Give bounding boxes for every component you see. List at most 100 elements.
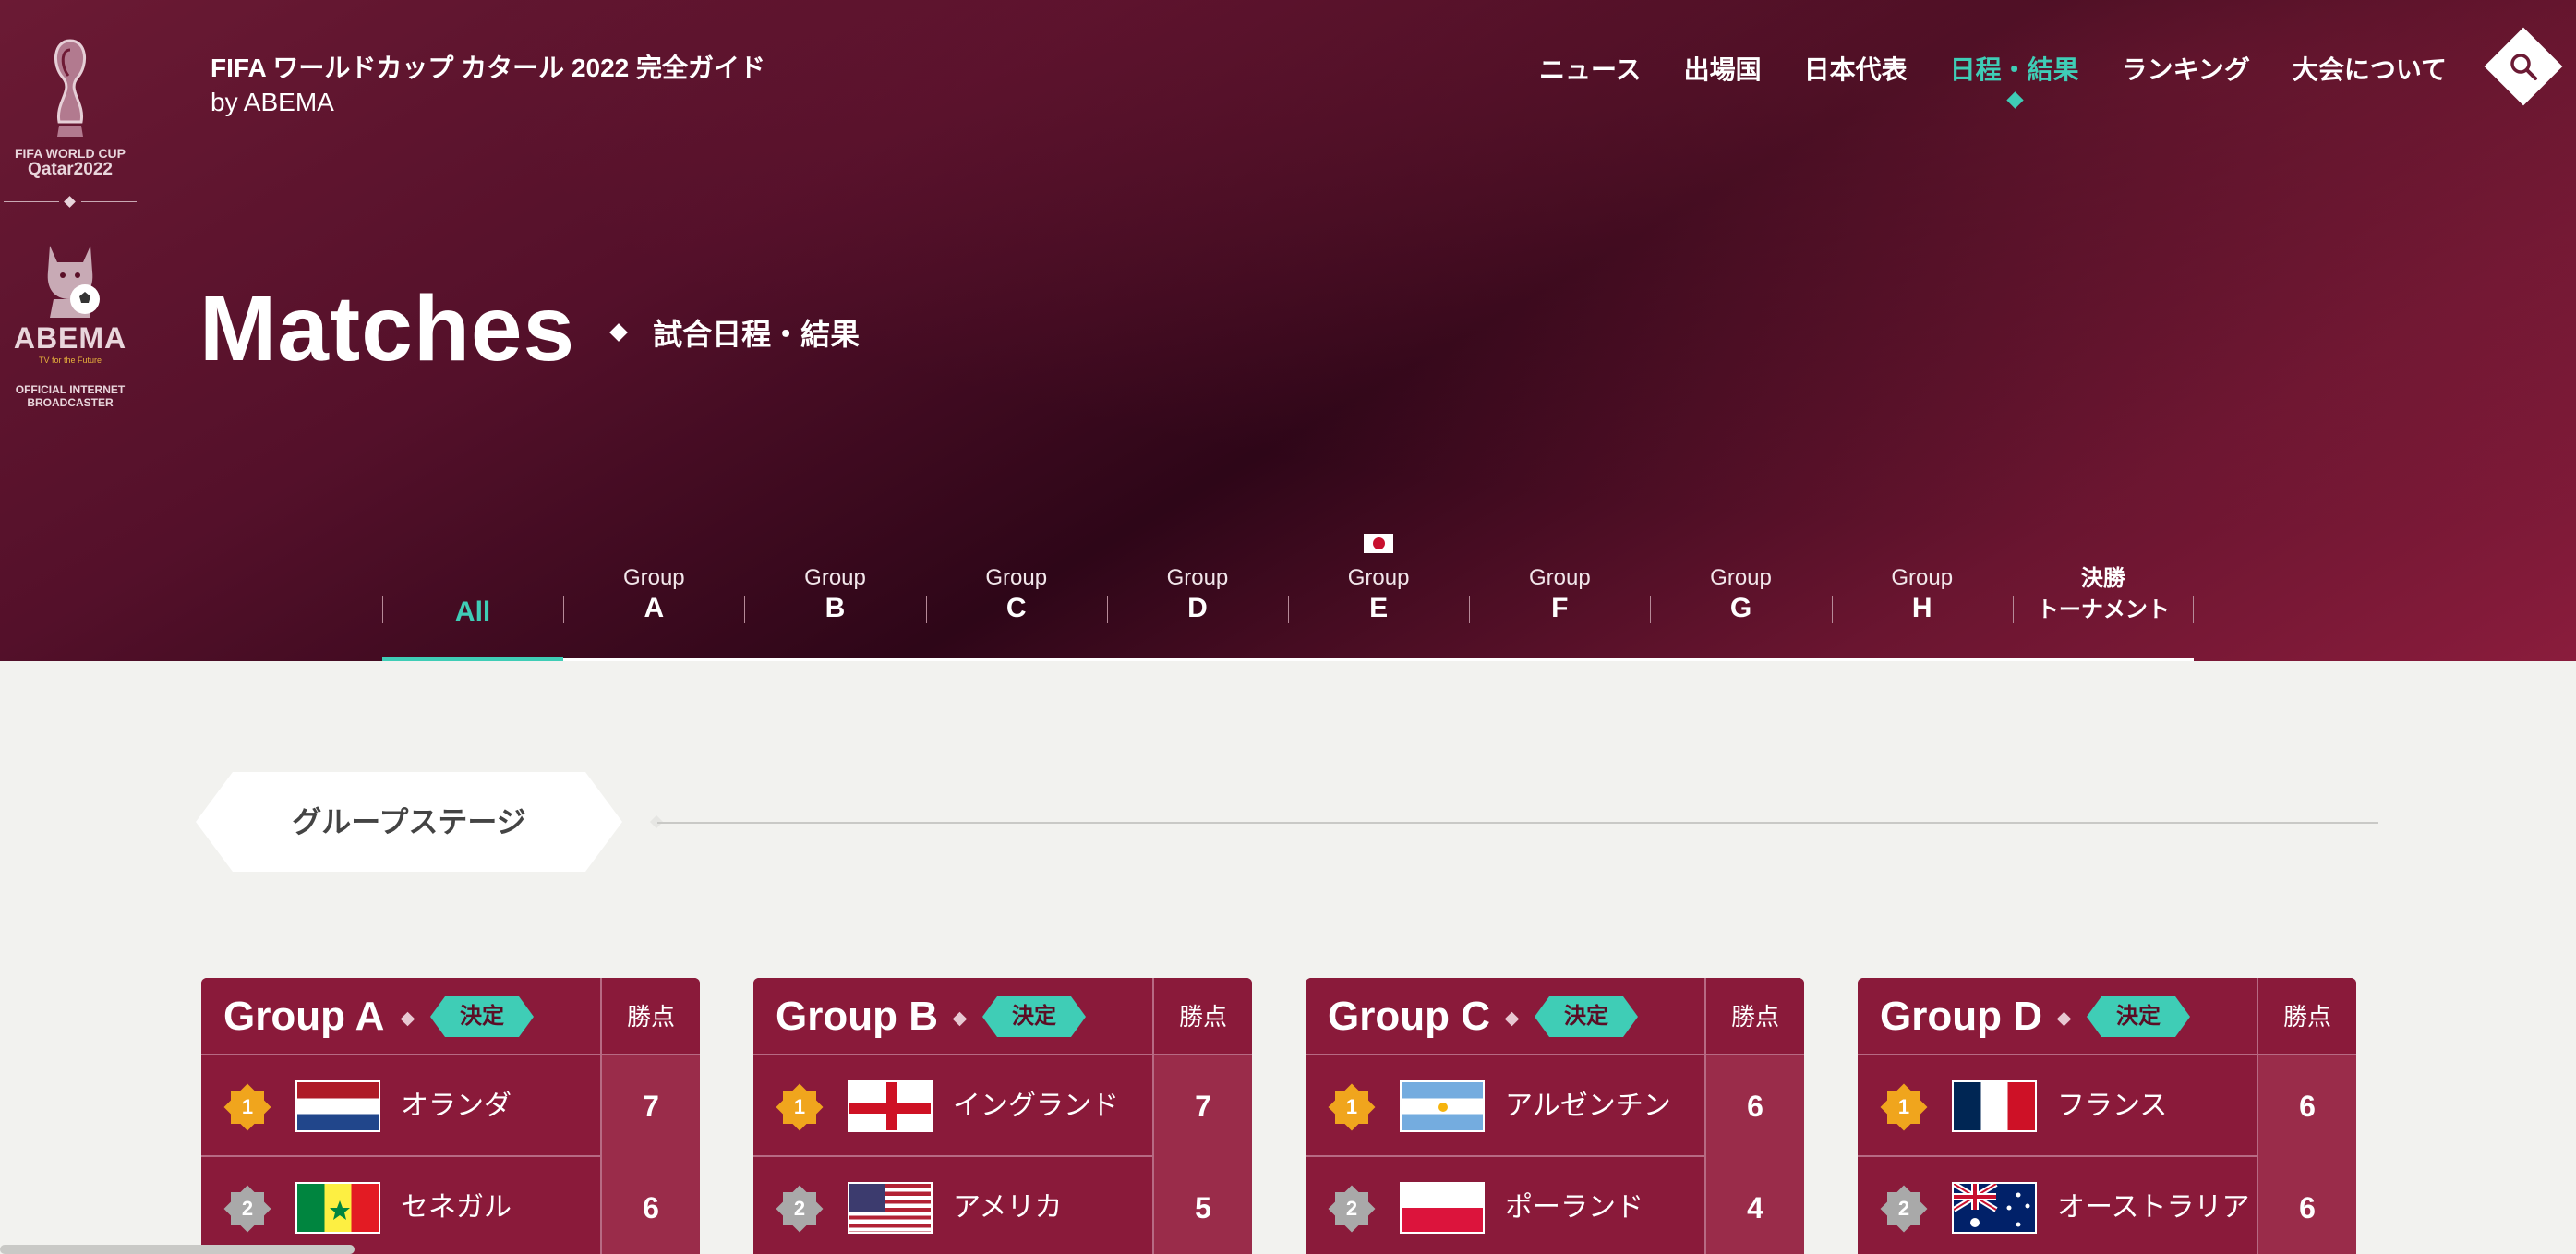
stage-label: グループステージ [292, 805, 526, 838]
hero-header: FIFA WORLD CUP Qatar2022 ABEMA TV for th… [0, 0, 2576, 661]
tab-label: H [1911, 593, 1932, 623]
nav-schedule-results-label: 日程・結果 [1949, 55, 2079, 84]
tab-small-label: Group [1710, 565, 1772, 590]
tab-knockout-label: 決勝 トーナメント [2013, 563, 2194, 626]
logo-divider [2, 196, 138, 208]
nav-japan-team[interactable]: 日本代表 [1804, 52, 1908, 89]
tab-knockout[interactable]: 決勝 トーナメント [2012, 517, 2195, 658]
standing-row[interactable]: 1 オランダ 7 [201, 1055, 700, 1157]
rank-badge-icon: 1 [1328, 1083, 1376, 1131]
points-header: 勝点 [600, 978, 700, 1055]
tab-group-a[interactable]: Group A [563, 517, 744, 658]
group-title: Group B [776, 994, 938, 1039]
group-card-b[interactable]: Group B 決定 勝点 1 イングランド 7 2 アメリカ 5 [753, 978, 1252, 1254]
tab-all[interactable]: All [382, 517, 564, 661]
worldcup-text-line2: Qatar2022 [28, 160, 113, 179]
points-value: 6 [2257, 1157, 2356, 1254]
tab-group-b[interactable]: Group B [744, 517, 925, 658]
tab-label: F [1551, 593, 1569, 623]
search-button[interactable] [2484, 27, 2563, 106]
group-card-header: Group C 決定 勝点 [1306, 978, 1804, 1055]
tab-label: All [454, 597, 491, 627]
standing-row[interactable]: 1 フランス 6 [1858, 1055, 2356, 1157]
tab-knockout-line2: トーナメント [2036, 597, 2170, 622]
nav-about[interactable]: 大会について [2293, 52, 2447, 89]
country-name: ポーランド [1505, 1192, 1643, 1223]
group-card-a[interactable]: Group A 決定 勝点 1 オランダ 7 2 セネガル 6 [201, 978, 700, 1254]
england-flag-icon [848, 1080, 933, 1132]
rank-badge-icon: 1 [223, 1083, 271, 1131]
page-heading: Matches 試合日程・結果 [199, 273, 860, 384]
rank-badge-icon: 2 [776, 1185, 824, 1233]
site-title[interactable]: FIFA ワールドカップ カタール 2022 完全ガイド by ABEMA [211, 52, 765, 120]
nav-schedule-results[interactable]: 日程・結果 [1949, 52, 2079, 109]
points-value: 6 [1704, 1055, 1804, 1157]
abema-mascot-icon[interactable] [33, 231, 107, 320]
main-nav: ニュース 出場国 日本代表 日程・結果 ランキング 大会について [1539, 52, 2447, 109]
site-title-line1[interactable]: FIFA ワールドカップ カタール 2022 完全ガイド [211, 52, 765, 85]
group-card-header: Group D 決定 勝点 [1858, 978, 2356, 1055]
page-title: Matches [199, 277, 576, 380]
nav-news[interactable]: ニュース [1539, 52, 1642, 89]
tab-group-c[interactable]: Group C [925, 517, 1107, 658]
rank-badge-icon: 2 [223, 1185, 271, 1233]
argentina-flag-icon [1400, 1080, 1485, 1132]
group-card-header: Group A 決定 勝点 [201, 978, 700, 1055]
group-title: Group A [223, 994, 385, 1039]
tab-label: D [1187, 593, 1208, 623]
group-tabs: All Group A Group B Group C Group D Grou… [382, 517, 2195, 661]
tab-label: A [644, 593, 665, 623]
standing-row[interactable]: 2 ポーランド 4 [1306, 1157, 1804, 1254]
logo-column: FIFA WORLD CUP Qatar2022 ABEMA TV for th… [0, 28, 140, 409]
tab-group-e[interactable]: Group E [1288, 517, 1469, 658]
diamond-icon [1504, 1011, 1520, 1027]
world-cup-emblem-icon[interactable] [46, 37, 94, 142]
horizontal-scrollbar[interactable] [0, 1245, 355, 1254]
standing-row[interactable]: 2 アメリカ 5 [753, 1157, 1252, 1254]
tab-small-label: Group [985, 565, 1048, 590]
rank-badge-icon: 1 [776, 1083, 824, 1131]
standing-row[interactable]: 1 アルゼンチン 6 [1306, 1055, 1804, 1157]
tab-group-h[interactable]: Group H [1831, 517, 2013, 658]
points-value: 4 [1704, 1157, 1804, 1254]
tab-group-d[interactable]: Group D [1106, 517, 1288, 658]
diamond-icon [952, 1011, 968, 1027]
official-line1: OFFICIAL INTERNET [15, 383, 126, 396]
status-badge: 決定 [982, 996, 1086, 1037]
standing-row[interactable]: 2 セネガル 6 [201, 1157, 700, 1254]
tab-label: E [1369, 593, 1389, 623]
tab-small-label: Group [1347, 565, 1410, 590]
netherlands-flag-icon [295, 1080, 380, 1132]
page-subtitle: 試合日程・結果 [653, 318, 861, 351]
tab-label: G [1729, 593, 1752, 623]
worldcup-text-line1: FIFA WORLD CUP [14, 146, 126, 161]
tab-label: B [825, 593, 846, 623]
country-name: オーストラリア [2057, 1192, 2250, 1223]
group-title: Group C [1328, 994, 1490, 1039]
country-name: アルゼンチン [1505, 1091, 1671, 1121]
tab-small-label: Group [622, 565, 685, 590]
standing-row[interactable]: 1 イングランド 7 [753, 1055, 1252, 1157]
points-header: 勝点 [1152, 978, 1252, 1055]
tab-small-label: Group [1528, 565, 1591, 590]
australia-flag-icon [1952, 1182, 2037, 1234]
rank-badge-icon: 1 [1880, 1083, 1928, 1131]
points-value: 7 [600, 1055, 700, 1157]
group-card-c[interactable]: Group C 決定 勝点 1 アルゼンチン 6 2 ポーランド 4 [1306, 978, 1804, 1254]
points-header: 勝点 [2257, 978, 2356, 1055]
country-name: アメリカ [953, 1192, 1063, 1223]
active-marker-icon [2005, 91, 2024, 109]
tab-group-f[interactable]: Group F [1469, 517, 1650, 658]
points-value: 6 [2257, 1055, 2356, 1157]
tab-group-g[interactable]: Group G [1650, 517, 1831, 658]
standing-row[interactable]: 2 オーストラリア 6 [1858, 1157, 2356, 1254]
japan-flag-icon [1364, 534, 1394, 553]
diamond-icon [2056, 1011, 2072, 1027]
diamond-icon [609, 323, 629, 342]
points-header: 勝点 [1704, 978, 1804, 1055]
site-title-line2[interactable]: by ABEMA [211, 85, 765, 120]
nav-teams[interactable]: 出場国 [1684, 52, 1762, 89]
nav-ranking[interactable]: ランキング [2122, 52, 2250, 89]
group-card-d[interactable]: Group D 決定 勝点 1 フランス 6 2 オーストラリア 6 [1858, 978, 2356, 1254]
stage-section-header: グループステージ [196, 772, 2378, 872]
